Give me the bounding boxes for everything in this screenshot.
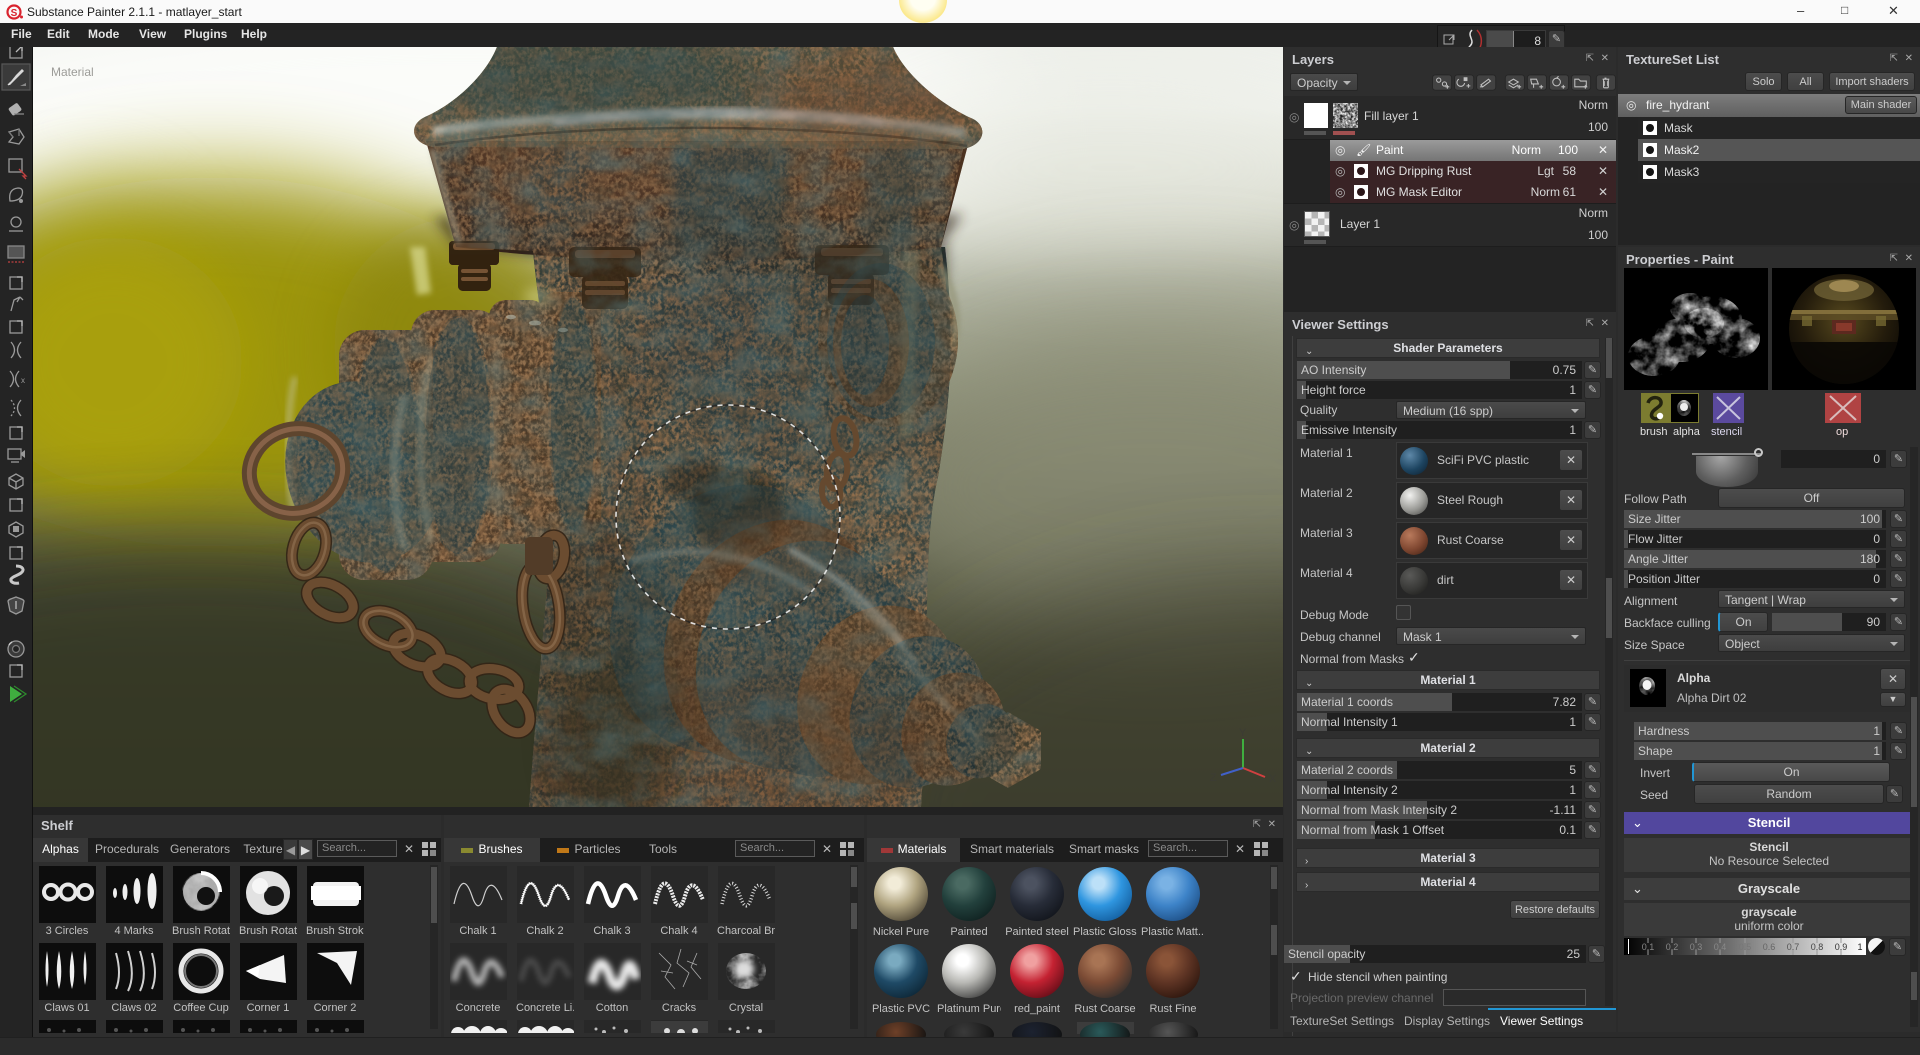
svg-text:Material: Material <box>51 65 94 79</box>
svg-text:0.4: 0.4 <box>1714 942 1727 952</box>
svg-text:0.6: 0.6 <box>1763 942 1776 952</box>
svg-text:Z: Z <box>1210 772 1217 784</box>
svg-text:0.2: 0.2 <box>1666 942 1679 952</box>
svg-text:0.5: 0.5 <box>1739 942 1752 952</box>
svg-text:S: S <box>11 8 18 19</box>
svg-text:0.1: 0.1 <box>1642 942 1655 952</box>
svg-text:X: X <box>1269 773 1277 785</box>
svg-text:0.3: 0.3 <box>1690 942 1703 952</box>
svg-text:1: 1 <box>1857 942 1862 952</box>
svg-text:0.9: 0.9 <box>1835 942 1848 952</box>
svg-text:Y: Y <box>1239 727 1247 739</box>
svg-text:0.7: 0.7 <box>1787 942 1800 952</box>
svg-text:x: x <box>21 376 25 385</box>
svg-text:0.8: 0.8 <box>1811 942 1824 952</box>
